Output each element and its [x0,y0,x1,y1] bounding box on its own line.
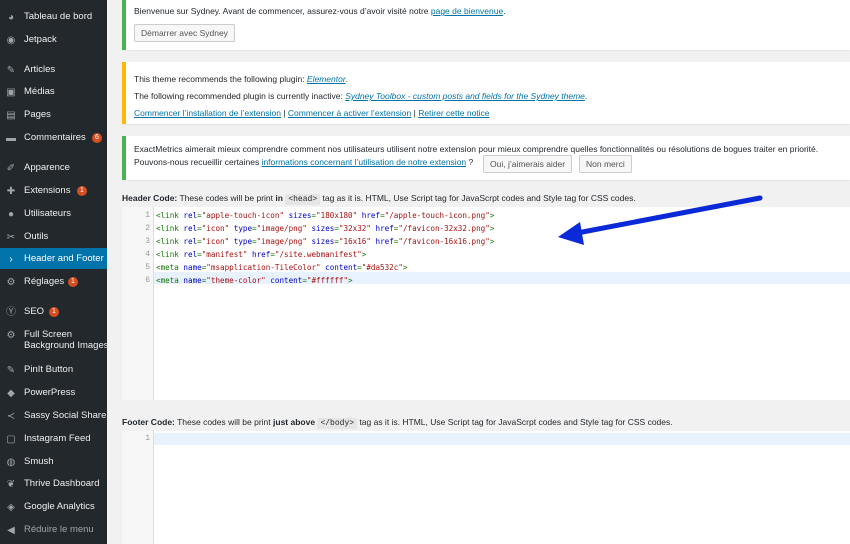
pin-icon: ✎ [6,64,16,76]
smush-icon: ◍ [6,456,16,468]
sidebar-item-label: Tableau de bord [24,11,93,22]
pin-icon: ✎ [6,364,16,376]
sidebar-item-label: PinIt Button [24,364,74,375]
exactmetrics-text: ExactMetrics aimerait mieux comprendre c… [134,144,819,154]
seo-icon: Ⓨ [6,306,16,318]
line-number: 1 [145,211,150,220]
sidebar-item-label: PowerPress [24,387,76,398]
line-number: 2 [145,224,150,233]
sidebar-item-header-and-footer[interactable]: › Header and Footer [0,248,107,269]
count-badge: 1 [49,307,59,317]
sidebar-item-label: Google Analytics [24,501,95,512]
head-tag: <head> [285,194,321,205]
sidebar-item-label: Instagram Feed [24,433,91,444]
start-sydney-button[interactable]: Démarrer avec Sydney [134,24,235,42]
collapse-icon: ◀ [7,524,15,536]
welcome-page-link[interactable]: page de bienvenue [431,6,503,16]
sidebar-item-label: Réduire le menu [24,524,94,535]
tools-icon: ✂ [6,231,16,243]
sydney-toolbox-link[interactable]: Sydney Toolbox - custom posts and fields… [345,91,585,101]
instagram-icon: ▢ [6,433,16,445]
line-number: 1 [145,434,150,443]
line-number: 5 [145,263,150,272]
install-plugin-link[interactable]: Commencer l’installation de l’extension [134,108,281,118]
sidebar-item-label: Jetpack [24,34,57,45]
code-line: <link rel="apple-touch-icon" sizes="180x… [156,211,495,220]
code-line: <meta name="theme-color" content="#fffff… [156,276,353,285]
footer-editor-gutter [122,431,154,544]
sidebar-item-label: Outils [24,231,49,242]
sidebar-item-label: Pages [24,109,51,120]
dismiss-notice-link[interactable]: Retirer cette notice [418,108,489,118]
activate-plugin-link[interactable]: Commencer à activer l’extension [288,108,411,118]
settings-icon: ⚙ [6,276,16,288]
sidebar-item-label: Articles [24,64,56,75]
annotation-arrow [558,195,763,245]
pages-icon: ▤ [6,109,16,121]
jetpack-icon: ◉ [6,34,16,46]
sidebar-item-label: Header and Footer [24,253,104,264]
users-icon: ● [7,208,15,220]
footer-code-label: Footer Code: These codes will be print j… [122,417,673,429]
count-badge: 1 [77,186,87,196]
elementor-link[interactable]: Elementor [307,74,346,84]
footer-active-line [154,433,850,445]
plugins-icon: ✚ [6,185,16,197]
sidebar-item-label: Apparence [24,162,70,173]
share-icon: ≺ [6,410,16,422]
sidebar-item-label: Commentaires [24,132,86,143]
sidebar-item-label: SEO [24,306,45,317]
usage-info-link[interactable]: informations concernant l’utilisation de… [262,157,467,167]
sidebar-item-label: Sassy Social Share [24,410,107,421]
sidebar-item-label: Smush [24,456,54,467]
sidebar-item-label: Full Screen Background Images [24,329,109,351]
code-line: <link rel="icon" type="image/png" sizes=… [156,224,495,233]
thrive-icon: ❦ [6,478,16,490]
microphone-icon: ◆ [7,387,15,399]
code-line: <meta name="msapplication-TileColor" con… [156,263,408,272]
code-line: <link rel="manifest" href="/site.webmani… [156,250,367,259]
appearance-icon: ✐ [6,162,16,174]
line-number: 3 [145,237,150,246]
welcome-text: Bienvenue sur Sydney. Avant de commencer… [134,6,506,16]
plugin-line-1: This theme recommends the following plug… [134,74,349,84]
comments-icon: ▬ [6,132,16,144]
count-badge: 6 [92,133,102,143]
sidebar-item-label: Thrive Dashboard [24,478,100,489]
plugin-recommendation-notice: This theme recommends the following plug… [122,62,850,124]
analytics-icon: ◈ [7,501,15,513]
body-tag: </body> [317,418,358,429]
sidebar-item-label: Extensions [24,185,71,196]
admin-sidebar: ◕ Tableau de bord ◉ Jetpack ✎ Articles ▣ Médias… [0,0,109,544]
sidebar-item-label: Réglages [24,276,65,287]
gear-icon: ⚙ [6,329,16,341]
footer-code-editor[interactable]: 1 [122,431,850,544]
sidebar-item-label: Médias [24,86,55,97]
count-badge: 1 [68,277,78,287]
yes-help-button[interactable]: Oui, j’aimerais aider [483,155,573,173]
exactmetrics-question: Pouvons-nous recueillir certaines inform… [134,157,474,167]
plugin-line-2: The following recommended plugin is curr… [134,91,588,101]
welcome-notice: Bienvenue sur Sydney. Avant de commencer… [122,0,850,50]
line-number: 4 [145,250,150,259]
plugin-actions: Commencer l’installation de l’extension … [134,108,490,118]
code-line: <link rel="icon" type="image/png" sizes=… [156,237,495,246]
media-icon: ▣ [6,86,16,98]
exactmetrics-notice: ExactMetrics aimerait mieux comprendre c… [122,136,850,180]
no-thanks-button[interactable]: Non merci [579,155,632,173]
sidebar-item-label: Utilisateurs [24,208,71,219]
line-number: 6 [145,276,150,285]
dashboard-icon: ◕ [7,11,15,23]
chevron-right-icon: › [9,253,13,265]
